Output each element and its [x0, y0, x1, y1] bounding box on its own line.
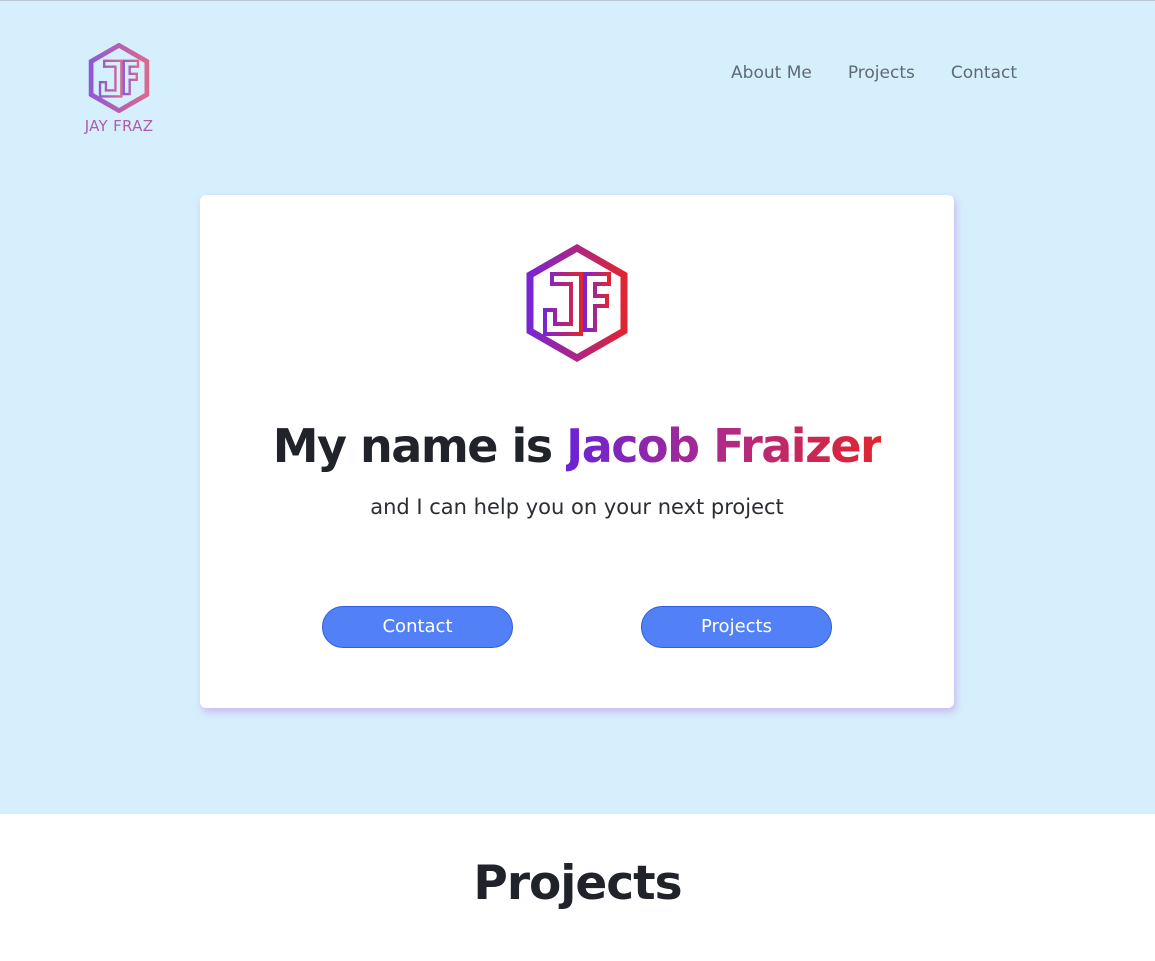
projects-section-title: Projects: [473, 856, 682, 911]
hero-tagline: and I can help you on your next project: [370, 495, 784, 519]
brand[interactable]: JAY FRAZ: [80, 43, 158, 135]
hero-headline: My name is Jacob Fraizer: [200, 419, 954, 473]
headline-name: Jacob Fraizer: [566, 419, 883, 473]
contact-button[interactable]: Contact: [322, 606, 513, 648]
projects-button[interactable]: Projects: [641, 606, 832, 648]
main-nav: About Me Projects Contact: [731, 63, 1017, 83]
jf-logo-icon: [88, 43, 150, 113]
intro-card: My name is Jacob Fraizer and I can help …: [200, 195, 954, 708]
headline-prefix: My name is: [272, 419, 567, 473]
nav-link-projects[interactable]: Projects: [848, 63, 915, 83]
nav-link-contact[interactable]: Contact: [951, 63, 1017, 83]
brand-name: JAY FRAZ: [84, 117, 154, 135]
hero-section: JAY FRAZ About Me Projects Contact My na…: [0, 0, 1155, 814]
jf-logo-icon: [526, 243, 628, 363]
nav-link-about-me[interactable]: About Me: [731, 63, 812, 83]
